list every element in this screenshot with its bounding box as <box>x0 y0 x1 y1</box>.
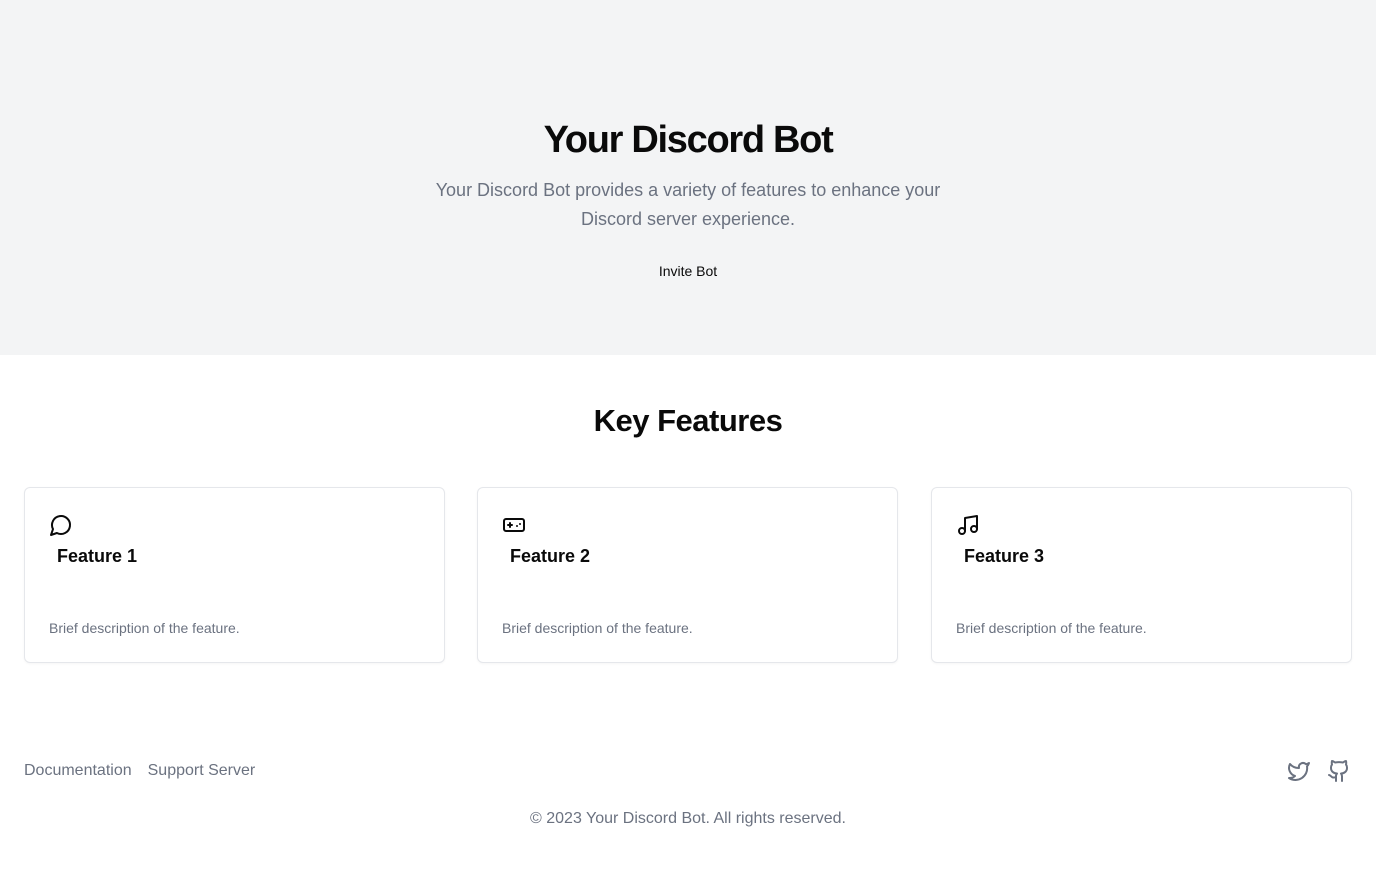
invite-bot-button[interactable]: Invite Bot <box>638 259 738 283</box>
copyright-text: © 2023 Your Discord Bot. All rights rese… <box>530 810 846 827</box>
hero-section: Your Discord Bot Your Discord Bot provid… <box>0 0 1376 355</box>
feature-title: Feature 1 <box>57 546 138 566</box>
feature-title: Feature 3 <box>964 546 1045 566</box>
support-server-link[interactable]: Support Server <box>148 759 256 783</box>
gamepad-icon <box>502 513 526 537</box>
hero-title: Your Discord Bot <box>543 119 834 161</box>
twitter-icon[interactable] <box>1287 759 1311 783</box>
feature-card-2: Feature 2 Brief description of the featu… <box>477 487 898 663</box>
feature-title: Feature 2 <box>510 546 591 566</box>
feature-card-3: Feature 3 Brief description of the featu… <box>931 487 1352 663</box>
features-heading: Key Features <box>593 403 783 438</box>
feature-description: Brief description of the feature. <box>956 620 1147 636</box>
footer-nav: Documentation Support Server <box>24 759 255 783</box>
github-icon[interactable] <box>1327 759 1351 783</box>
feature-card-1: Feature 1 Brief description of the featu… <box>24 487 445 663</box>
feature-description: Brief description of the feature. <box>502 620 693 636</box>
documentation-link[interactable]: Documentation <box>24 759 132 783</box>
message-circle-icon <box>49 513 73 537</box>
feature-description: Brief description of the feature. <box>49 620 240 636</box>
hero-subtitle: Your Discord Bot provides a variety of f… <box>435 180 941 229</box>
music-icon <box>956 513 980 537</box>
